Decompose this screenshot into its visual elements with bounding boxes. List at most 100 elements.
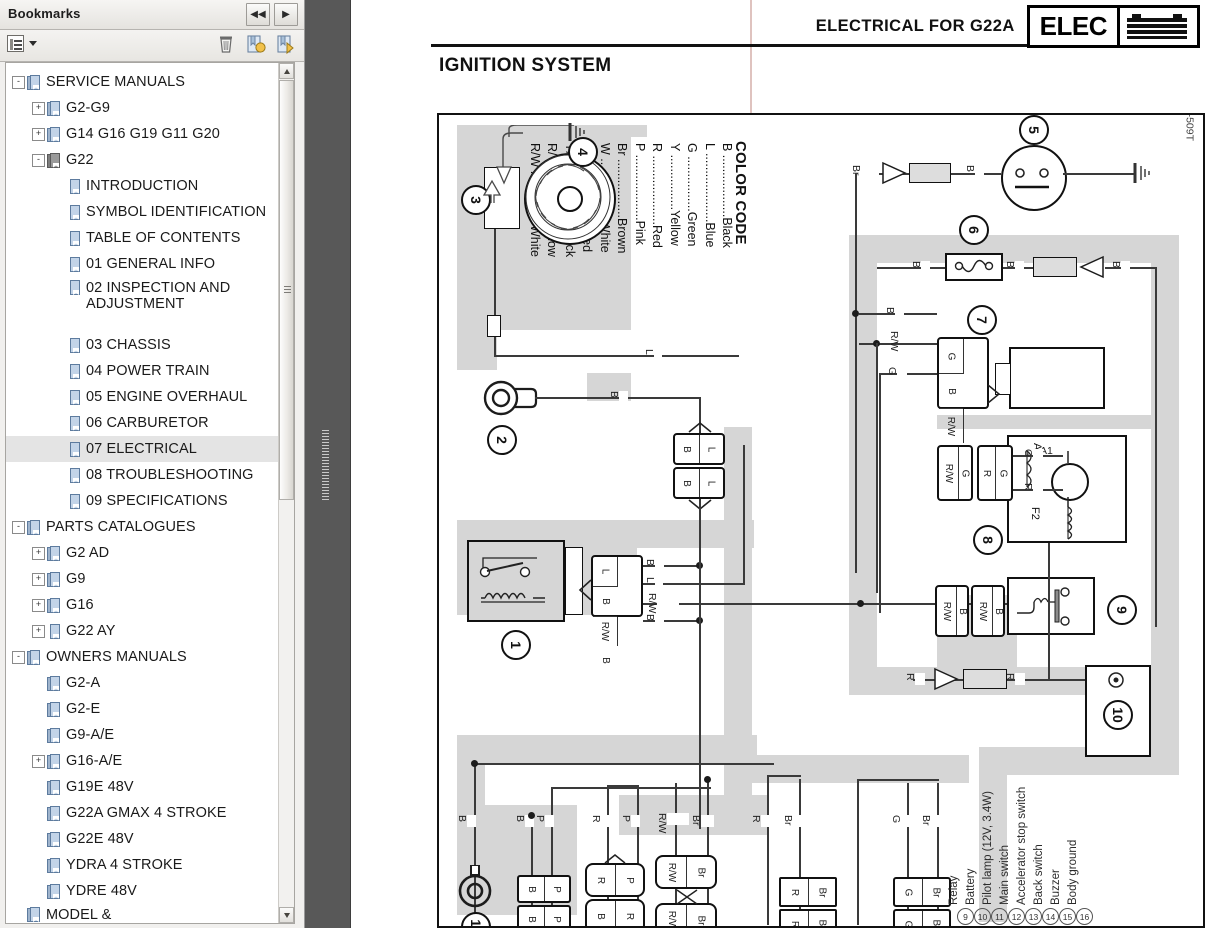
connector-pin: R/W (593, 617, 618, 646)
expand-toggle-icon[interactable]: + (32, 573, 45, 586)
trash-icon[interactable] (216, 34, 236, 55)
bookmark-item-g9[interactable]: +G9 (6, 566, 278, 592)
wire-label: R (915, 673, 925, 685)
legend-label: Battery (965, 869, 977, 905)
connector-2pin-rbr-upper: R Br (779, 877, 837, 907)
panel-nav-buttons: ◀◀ ▶ (246, 3, 298, 26)
collapse-toggle-icon[interactable]: - (12, 521, 25, 534)
bookmark-item-ydra-4-stroke[interactable]: YDRA 4 STROKE (6, 852, 278, 878)
wire-label: B (655, 614, 664, 626)
new-bookmark-icon[interactable] (246, 34, 266, 55)
bookmark-item-09-specifications[interactable]: 09 SPECIFICATIONS (6, 488, 278, 514)
expand-toggle-icon[interactable]: + (32, 755, 45, 768)
bookmark-item-label: 06 CARBURETOR (86, 415, 209, 431)
bookmark-item-g2-g9[interactable]: +G2-G9 (6, 95, 278, 121)
bookmark-item-03-chassis[interactable]: 03 CHASSIS (6, 332, 278, 358)
bookmark-item-model-identification-numbers[interactable]: MODEL & IDENTIFICATION NUMBERS (6, 904, 278, 924)
bookmark-item-g14-g16-g19-g11-g20[interactable]: +G14 G16 G19 G11 G20 (6, 121, 278, 147)
legend-number: 14 (1042, 908, 1059, 925)
bookmark-icon (67, 179, 80, 194)
expand-toggle-icon[interactable]: + (32, 625, 45, 638)
crossover-icon (675, 889, 699, 905)
bookmark-item-g22a-gmax-4-stroke[interactable]: G22A GMAX 4 STROKE (6, 800, 278, 826)
color-code-row: Y ................Yellow (666, 143, 682, 246)
wire (767, 775, 801, 777)
bookmark-item-symbol-identification[interactable]: SYMBOL IDENTIFICATION (6, 199, 278, 225)
expand-toggle-icon[interactable]: + (32, 547, 45, 560)
bookmark-stack-icon (47, 127, 60, 142)
bookmark-item-g22-ay[interactable]: + G22 AY (6, 618, 278, 644)
connector-pin: Br (923, 911, 950, 928)
connector-2pin-motor-b: R G (977, 445, 1013, 501)
connector-2pin-gbr-lower: G Br (893, 909, 951, 928)
connector-pin: G (895, 911, 923, 928)
connector-pin: P (545, 907, 570, 928)
bookmark-item-g22[interactable]: -G22 (6, 147, 278, 173)
connector-pin: R/W (657, 905, 687, 928)
bookmark-item-service-manuals[interactable]: -SERVICE MANUALS (6, 69, 278, 95)
bookmark-item-owners-manuals[interactable]: -OWNERS MANUALS (6, 644, 278, 670)
wiring-diagram: Y-509T COLOR CODE (437, 113, 1205, 928)
bookmark-item-ydre-48v[interactable]: YDRE 48V (6, 878, 278, 904)
bookmark-icon (67, 416, 80, 431)
wire (1063, 173, 1135, 175)
bookmark-item-label: 05 ENGINE OVERHAUL (86, 389, 247, 405)
bookmark-item-g19e-48v[interactable]: G19E 48V (6, 774, 278, 800)
diagram-legend: 9Relay10Battery11Pilot lamp (12V, 3.4W)1… (957, 735, 1157, 925)
bookmark-item-label: YDRE 48V (66, 883, 137, 899)
connector-pin: B (993, 587, 1003, 635)
bookmark-item-g22e-48v[interactable]: G22E 48V (6, 826, 278, 852)
connector-2pin-rwbr-upper: R/W Br (655, 855, 717, 889)
bookmark-item-label: 08 TROUBLESHOOTING (86, 467, 254, 483)
connector-2pin-upper: B L (673, 433, 725, 465)
wire (876, 343, 878, 593)
bookmark-item-label: G22A GMAX 4 STROKE (66, 805, 227, 821)
bookmark-item-g2-ad[interactable]: +G2 AD (6, 540, 278, 566)
bookmark-stack-icon (27, 75, 40, 90)
bookmarks-options-group[interactable] (7, 35, 37, 52)
bookmark-item-05-engine-overhaul[interactable]: 05 ENGINE OVERHAUL (6, 384, 278, 410)
bookmark-item-label: G16-A/E (66, 753, 122, 769)
expand-bookmark-icon[interactable] (276, 34, 296, 55)
bookmark-item-08-troubleshooting[interactable]: 08 TROUBLESHOOTING (6, 462, 278, 488)
connector-pin: B (587, 901, 616, 928)
connector-pin: B (593, 587, 617, 617)
connector-2pin-relay: R/W B (935, 585, 969, 637)
collapse-toggle-icon[interactable]: - (12, 76, 25, 89)
bookmark-item-g16[interactable]: +G16 (6, 592, 278, 618)
bookmark-item-g16-a-e[interactable]: + G16-A/E (6, 748, 278, 774)
bookmark-item-introduction[interactable]: INTRODUCTION (6, 173, 278, 199)
expand-toggle-icon[interactable]: + (32, 128, 45, 141)
relay-internal-icon (1007, 577, 1095, 635)
bookmarks-scrollbar[interactable] (278, 63, 294, 923)
bookmark-item-table-of-contents[interactable]: TABLE OF CONTENTS (6, 225, 278, 251)
expand-toggle-icon[interactable]: + (32, 599, 45, 612)
next-view-button[interactable]: ▶ (274, 3, 298, 26)
scrollbar-thumb[interactable] (279, 80, 294, 500)
bookmark-item-g2-a[interactable]: G2-A (6, 670, 278, 696)
bookmark-item-label: G22 AY (66, 623, 116, 639)
bookmark-stack-icon (27, 907, 40, 922)
scroll-up-button[interactable] (279, 63, 294, 79)
connector-pin: R (979, 447, 996, 499)
bookmark-item-06-carburetor[interactable]: 06 CARBURETOR (6, 410, 278, 436)
panel-splitter[interactable] (305, 0, 351, 928)
expand-toggle-icon[interactable]: + (32, 102, 45, 115)
previous-view-button[interactable]: ◀◀ (246, 3, 270, 26)
bookmark-icon (67, 231, 80, 246)
legend-label: Buzzer (1050, 869, 1062, 905)
bookmark-stack-icon (47, 728, 60, 743)
shade-region (457, 735, 757, 763)
bookmark-item-01-general-info[interactable]: 01 GENERAL INFO (6, 251, 278, 277)
bookmark-item-04-power-train[interactable]: 04 POWER TRAIN (6, 358, 278, 384)
collapse-toggle-icon[interactable]: - (32, 154, 45, 167)
bookmark-item-parts-catalogues[interactable]: -PARTS CATALOGUES (6, 514, 278, 540)
scroll-down-button[interactable] (279, 907, 294, 923)
bookmark-item-07-electrical[interactable]: 07 ELECTRICAL (6, 436, 278, 462)
bookmarks-tree[interactable]: -SERVICE MANUALS+G2-G9+G14 G16 G19 G11 G… (5, 62, 295, 924)
bookmark-item-g9-a-e[interactable]: G9-A/E (6, 722, 278, 748)
collapse-toggle-icon[interactable]: - (12, 651, 25, 664)
bookmark-item-02-inspection-and-adjustment[interactable]: 02 INSPECTION AND ADJUSTMENT (6, 277, 278, 332)
bookmark-item-label: 09 SPECIFICATIONS (86, 493, 228, 509)
bookmark-item-g2-e[interactable]: G2-E (6, 696, 278, 722)
